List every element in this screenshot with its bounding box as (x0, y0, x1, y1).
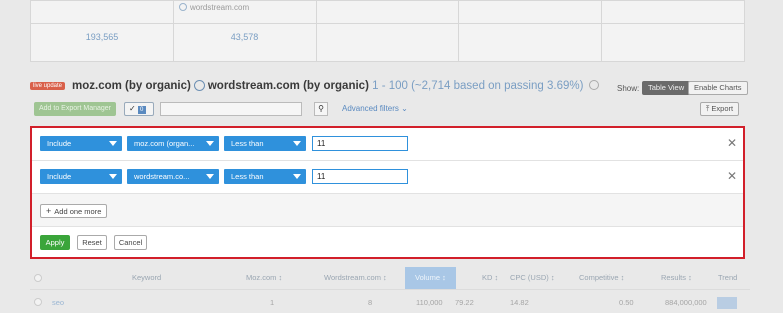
row-moz: 1 (270, 298, 275, 307)
divider (601, 1, 602, 61)
column-keyword[interactable]: Keyword (132, 273, 161, 282)
column-kd[interactable]: KD ↕ (482, 273, 498, 282)
plus-icon: + (46, 206, 52, 216)
compare-icon (179, 3, 187, 11)
divider (30, 289, 750, 290)
table-header: Keyword Moz.com ↕ Wordstream.com ↕ Volum… (30, 267, 750, 289)
caret-down-icon (293, 174, 301, 179)
live-update-badge: live update (30, 82, 66, 90)
info-icon[interactable] (588, 80, 599, 90)
column-competitive[interactable]: Competitive ↕ (579, 273, 624, 282)
summary-value-wordstream[interactable]: 43,578 (173, 32, 316, 42)
filter-by-keyword-input[interactable] (160, 102, 302, 116)
caret-down-icon (109, 141, 117, 146)
column-moz[interactable]: Moz.com ↕ (246, 273, 282, 282)
reset-button[interactable]: Reset (77, 235, 107, 250)
row-volume: 110,000 (416, 298, 443, 307)
caret-down-icon (206, 141, 214, 146)
condition-select[interactable]: Less than (224, 169, 306, 184)
check-icon: ✓ (129, 104, 136, 113)
row-cpc: 14.82 (510, 298, 529, 307)
condition-select[interactable]: Less than (224, 136, 306, 151)
search-icon[interactable]: ⚲ (314, 102, 328, 116)
row-results: 884,000,000 (665, 298, 707, 307)
apply-button[interactable]: Apply (40, 235, 70, 250)
toolbar: Add to Export Manager ✓ 0 ⚲ Advanced filt… (30, 101, 750, 117)
results-title-bar: live update moz.com (by organic) wordstre… (30, 80, 750, 96)
export-button[interactable]: ⤒ Export (700, 102, 740, 116)
column-volume[interactable]: Volume ↕ (405, 267, 456, 289)
advanced-filters-panel: Include moz.com (organ... Less than 11 ✕… (30, 126, 745, 259)
include-select[interactable]: Include (40, 136, 122, 151)
close-icon[interactable]: ✕ (727, 170, 737, 182)
divider (173, 1, 174, 61)
add-one-more-button[interactable]: + Add one more (40, 204, 108, 218)
selected-count: 0 (137, 106, 146, 114)
table-view-button[interactable]: Table View (642, 81, 691, 95)
show-label: Show: (617, 84, 640, 93)
column-trend: Trend (718, 273, 738, 282)
close-icon[interactable]: ✕ (727, 137, 737, 149)
column-wordstream[interactable]: Wordstream.com ↕ (324, 273, 387, 282)
summary-card: wordstream.com 193,565 43,578 (30, 0, 745, 62)
column-cpc[interactable]: CPC (USD) ↕ (510, 273, 555, 282)
add-filter-row: + Add one more (32, 194, 743, 227)
caret-down-icon (109, 174, 117, 179)
enable-charts-button[interactable]: Enable Charts (688, 81, 748, 95)
caret-down-icon (293, 141, 301, 146)
divider (458, 1, 459, 61)
row-keyword[interactable]: seo (52, 298, 64, 307)
filter-value-input[interactable]: 11 (312, 136, 408, 151)
domain-select[interactable]: moz.com (organ... (127, 136, 219, 151)
row-competitive: 0.50 (619, 298, 634, 307)
select-all-checkbox[interactable] (34, 274, 42, 282)
row-kd: 79.22 (455, 298, 474, 307)
summary-domain: wordstream.com (179, 3, 249, 12)
chevron-down-icon: ⌄ (401, 104, 408, 113)
summary-value-moz[interactable]: 193,565 (31, 32, 173, 42)
domain-select[interactable]: wordstream.co... (127, 169, 219, 184)
divider (31, 23, 744, 24)
row-checkbox[interactable] (34, 298, 42, 306)
filter-row: Include wordstream.co... Less than 11 ✕ (32, 161, 743, 194)
advanced-filters-toggle[interactable]: Advanced filters ⌄ (342, 104, 408, 113)
filter-row: Include moz.com (organ... Less than 11 ✕ (32, 128, 743, 161)
export-icon: ⤒ (706, 104, 710, 113)
include-select[interactable]: Include (40, 169, 122, 184)
results-range: 1 - 100 (~2,714 based on passing 3.69%) (372, 80, 584, 92)
column-results[interactable]: Results ↕ (661, 273, 692, 282)
divider (316, 1, 317, 61)
compare-icon (193, 80, 205, 91)
add-to-export-manager-button[interactable]: Add to Export Manager (34, 102, 116, 116)
filter-actions: Apply Reset Cancel (32, 227, 743, 257)
filter-value-input[interactable]: 11 (312, 169, 408, 184)
domain-1: moz.com (by organic) (72, 80, 191, 92)
caret-down-icon (206, 174, 214, 179)
cancel-button[interactable]: Cancel (114, 235, 147, 250)
trend-chart (717, 297, 737, 309)
domain-2: wordstream.com (by organic) (207, 80, 369, 92)
row-wordstream: 8 (368, 298, 373, 307)
select-checkbox-button[interactable]: ✓ 0 (124, 102, 154, 116)
results-title: moz.com (by organic) wordstream.com (by o… (72, 80, 599, 92)
